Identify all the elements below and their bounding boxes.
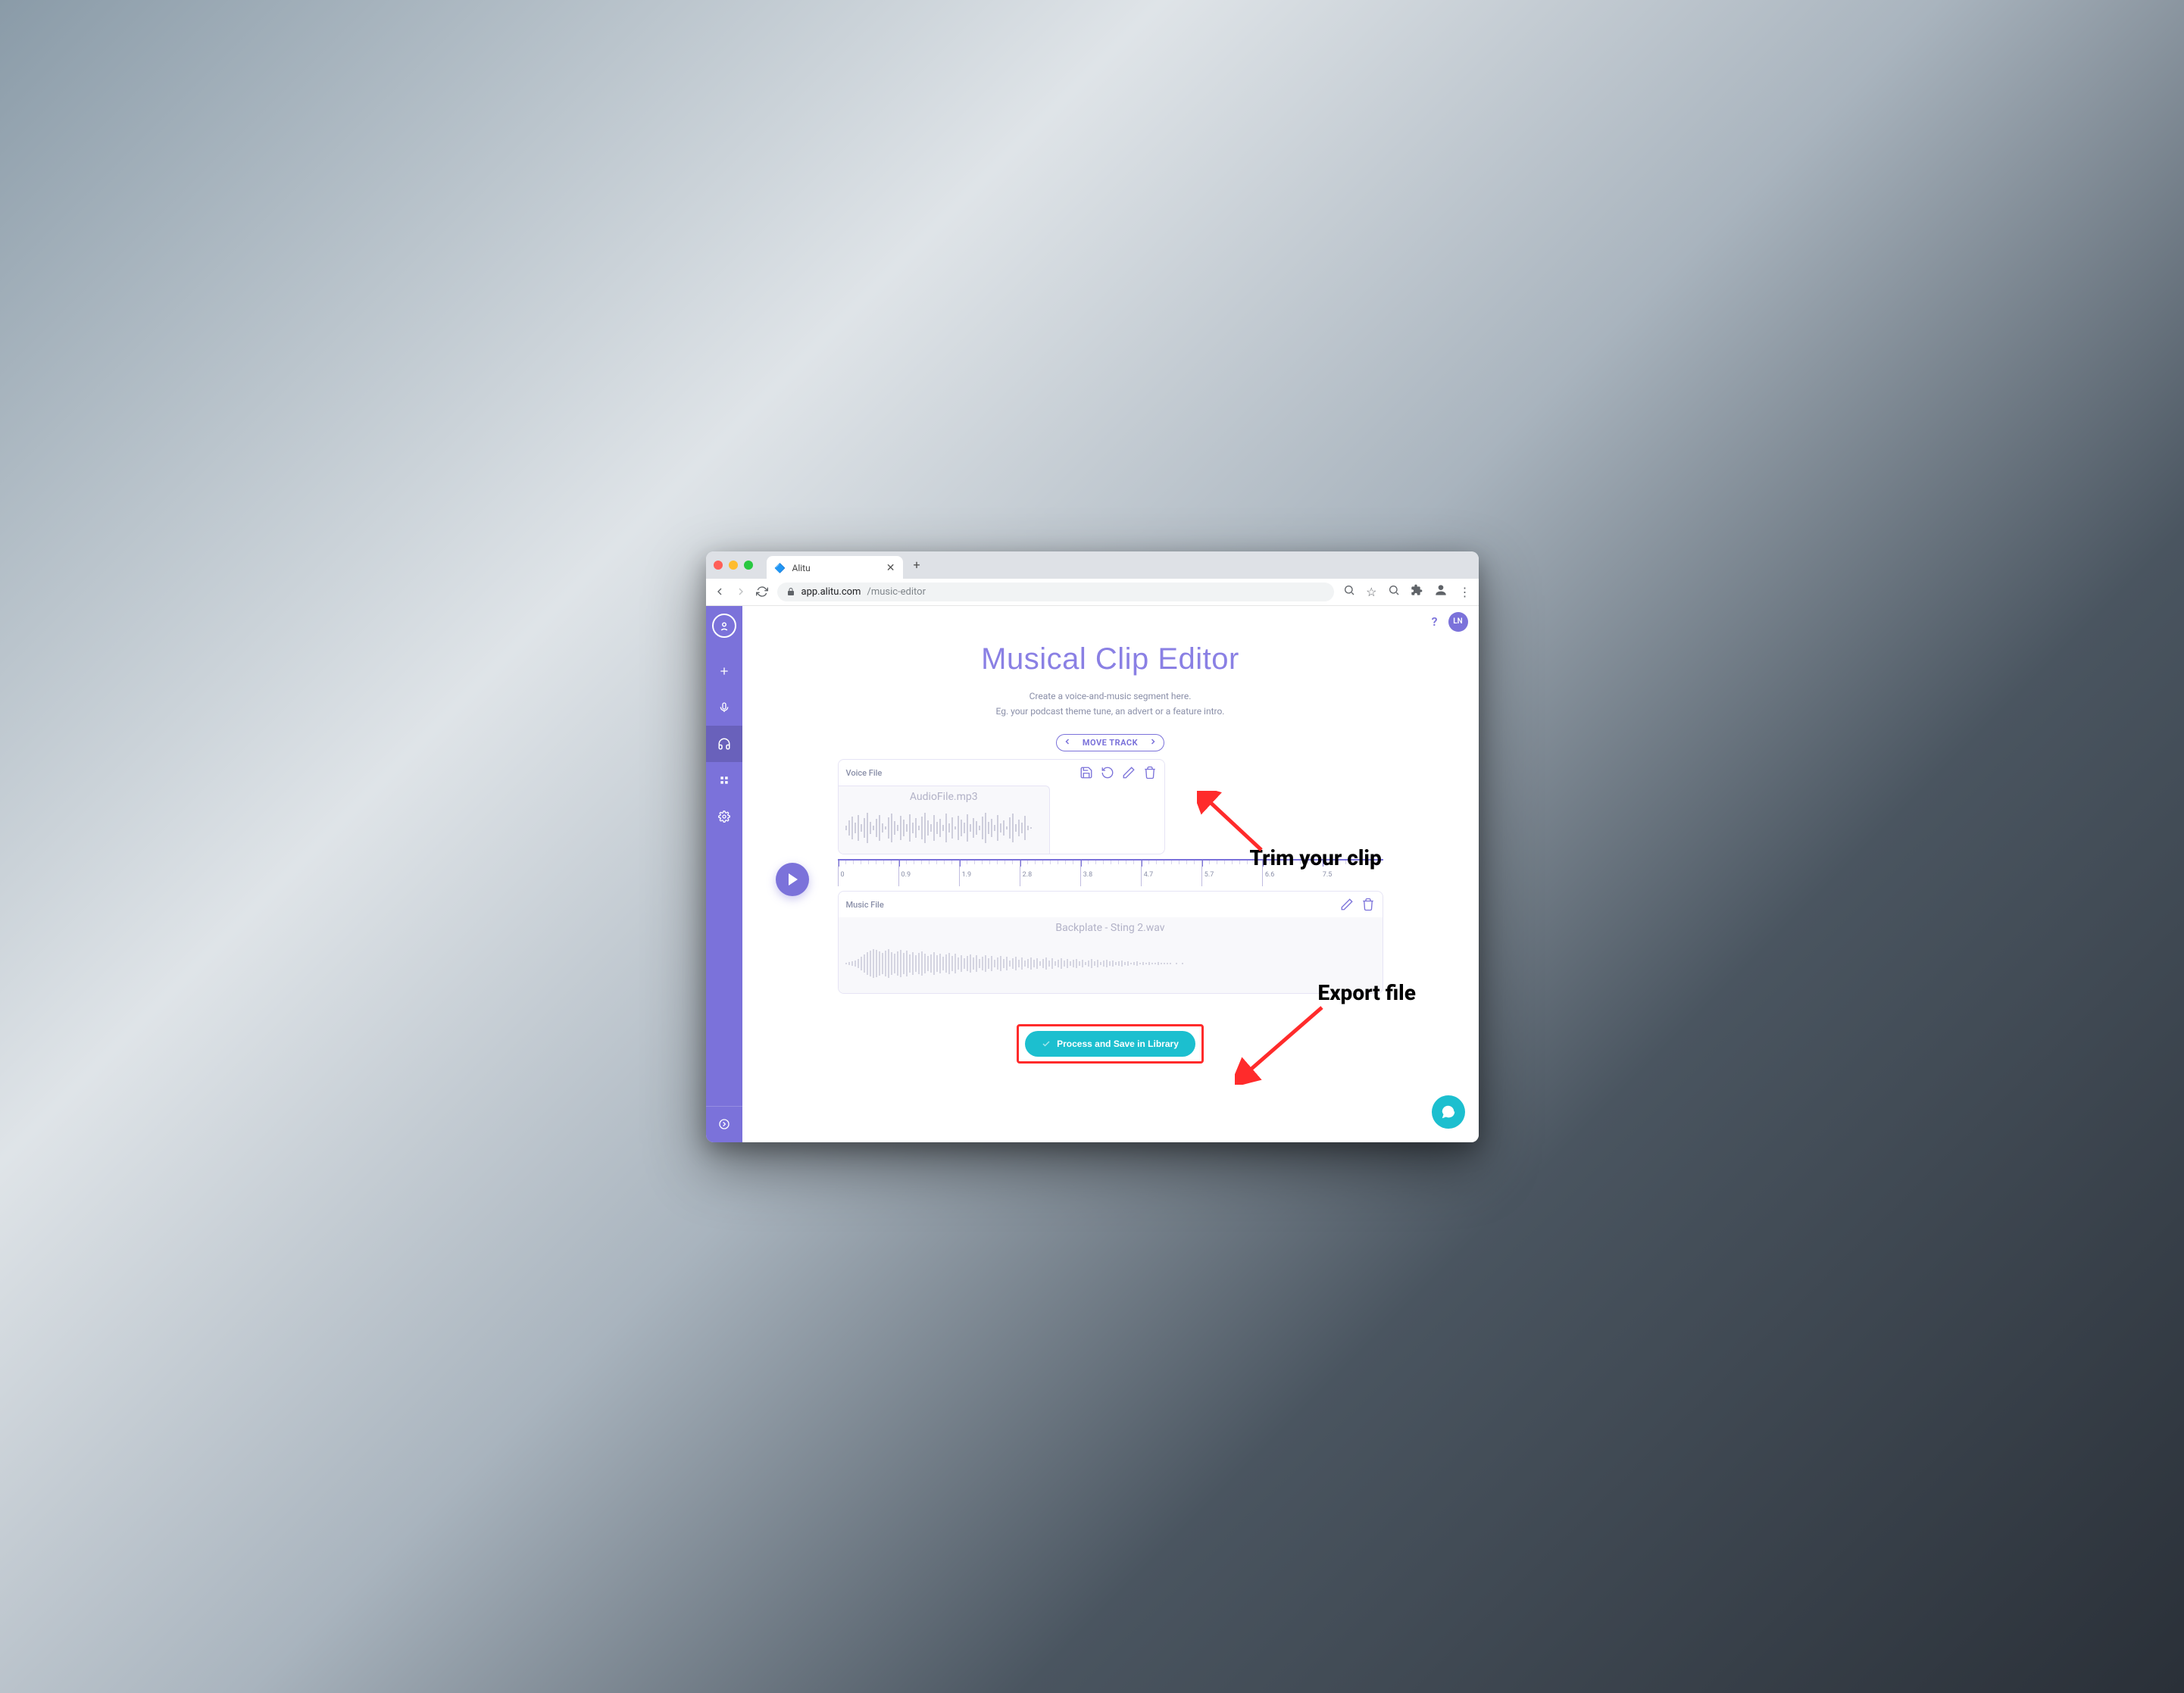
tick: 2.8: [1020, 861, 1080, 886]
alitu-favicon-icon: 🔷: [774, 562, 786, 574]
music-waveform-icon: [845, 945, 1375, 982]
music-filename: Backplate - Sting 2.wav: [839, 922, 1383, 934]
save-icon[interactable]: [1080, 766, 1093, 779]
timeline-ruler[interactable]: 0 0.9 1.9 2.8 3.8 4.7 5.7 6.6 7.5: [838, 859, 1383, 886]
process-save-button[interactable]: Process and Save in Library: [1025, 1031, 1195, 1057]
edit-pencil-icon[interactable]: [1122, 766, 1136, 779]
clip-editor: MOVE TRACK Voice File: [838, 734, 1383, 994]
sidebar-expand-button[interactable]: [706, 1106, 742, 1142]
trash-icon[interactable]: [1143, 766, 1157, 779]
move-track-pill: MOVE TRACK: [1056, 734, 1164, 751]
extensions-icon[interactable]: [1411, 584, 1423, 599]
tab-title: Alitu: [792, 563, 811, 573]
tick: 3.8: [1080, 861, 1141, 886]
move-track-right-button[interactable]: [1145, 737, 1161, 748]
sidebar-add-button[interactable]: [706, 653, 742, 689]
address-bar: app.alitu.com/music-editor ☆ ⋮: [706, 579, 1479, 606]
close-window-button[interactable]: [714, 561, 723, 570]
url-field[interactable]: app.alitu.com/music-editor: [777, 583, 1335, 601]
music-track-header: Music File: [839, 892, 1383, 917]
move-track-label: MOVE TRACK: [1083, 738, 1138, 748]
reload-button[interactable]: [756, 586, 768, 598]
lock-icon: [786, 587, 795, 596]
tick: 4.7: [1141, 861, 1201, 886]
voice-track-card: Voice File: [838, 759, 1165, 854]
top-right-actions: ? LN: [1432, 612, 1468, 632]
tick: 5.7: [1201, 861, 1262, 886]
url-path: /music-editor: [867, 586, 926, 598]
voice-waveform-icon: [845, 809, 1148, 847]
zoom-icon[interactable]: [1343, 584, 1355, 599]
voice-track-label: Voice File: [846, 768, 883, 778]
chat-help-button[interactable]: [1432, 1095, 1465, 1129]
maximize-window-button[interactable]: [744, 561, 753, 570]
check-icon: [1042, 1039, 1051, 1048]
process-save-label: Process and Save in Library: [1057, 1039, 1179, 1049]
music-track-body[interactable]: Backplate - Sting 2.wav: [839, 917, 1383, 993]
browser-tab[interactable]: 🔷 Alitu ✕: [767, 556, 903, 580]
page-title: Musical Clip Editor: [742, 642, 1479, 676]
play-button[interactable]: [776, 863, 809, 896]
extension-search-icon[interactable]: [1388, 584, 1400, 599]
move-track-control: MOVE TRACK: [838, 734, 1383, 751]
tick: 0: [838, 861, 898, 886]
music-track-card: Music File Backplate - Sting 2.wav: [838, 891, 1383, 994]
sidebar-grid-button[interactable]: [706, 762, 742, 798]
browser-window: 🔷 Alitu ✕ + app.alitu.com/music-editor ☆: [706, 551, 1479, 1142]
menu-icon[interactable]: ⋮: [1459, 585, 1471, 599]
move-track-left-button[interactable]: [1060, 737, 1075, 748]
subtitle-line-2: Eg. your podcast theme tune, an advert o…: [742, 704, 1479, 719]
sidebar: [706, 606, 742, 1142]
voice-filename: AudioFile.mp3: [839, 791, 1050, 803]
music-track-label: Music File: [846, 900, 884, 910]
voice-track-body[interactable]: AudioFile.mp3: [839, 786, 1051, 854]
tick: 1.9: [959, 861, 1020, 886]
page-subtitle: Create a voice-and-music segment here. E…: [742, 689, 1479, 720]
url-host: app.alitu.com: [801, 586, 861, 598]
help-button[interactable]: ?: [1432, 614, 1438, 629]
tick: 7.5: [1323, 861, 1383, 886]
back-button[interactable]: [714, 586, 726, 598]
undo-icon[interactable]: [1101, 766, 1114, 779]
new-tab-button[interactable]: +: [909, 558, 925, 572]
sidebar-headphones-button[interactable]: [706, 726, 742, 762]
process-button-wrap: Process and Save in Library: [742, 1024, 1479, 1064]
minimize-window-button[interactable]: [729, 561, 738, 570]
voice-track-tools: [1080, 766, 1157, 779]
annotation-highlight-box: Process and Save in Library: [1017, 1024, 1204, 1064]
trash-icon[interactable]: [1361, 898, 1375, 911]
timeline-ticks: 0 0.9 1.9 2.8 3.8 4.7 5.7 6.6 7.5: [838, 861, 1383, 886]
chat-icon: [1440, 1104, 1457, 1120]
browser-actions: ☆ ⋮: [1343, 583, 1470, 601]
sidebar-mic-button[interactable]: [706, 689, 742, 726]
window-controls: [714, 561, 753, 570]
close-tab-button[interactable]: ✕: [886, 562, 895, 574]
star-icon[interactable]: ☆: [1366, 585, 1376, 599]
user-avatar[interactable]: LN: [1448, 612, 1468, 632]
tick: 6.6: [1262, 861, 1323, 886]
music-track-tools: [1340, 898, 1375, 911]
play-icon: [789, 873, 798, 886]
content-area: ? LN Musical Clip Editor Create a voice-…: [742, 606, 1479, 1142]
app-pane: ? LN Musical Clip Editor Create a voice-…: [706, 606, 1479, 1142]
profile-icon[interactable]: [1433, 583, 1448, 601]
forward-button[interactable]: [735, 586, 747, 598]
alitu-logo-icon[interactable]: [712, 614, 736, 638]
voice-track-header: Voice File: [839, 760, 1164, 786]
tick: 0.9: [898, 861, 959, 886]
sidebar-settings-button[interactable]: [706, 798, 742, 835]
subtitle-line-1: Create a voice-and-music segment here.: [742, 689, 1479, 704]
tab-bar: 🔷 Alitu ✕ +: [706, 551, 1479, 579]
edit-pencil-icon[interactable]: [1340, 898, 1354, 911]
